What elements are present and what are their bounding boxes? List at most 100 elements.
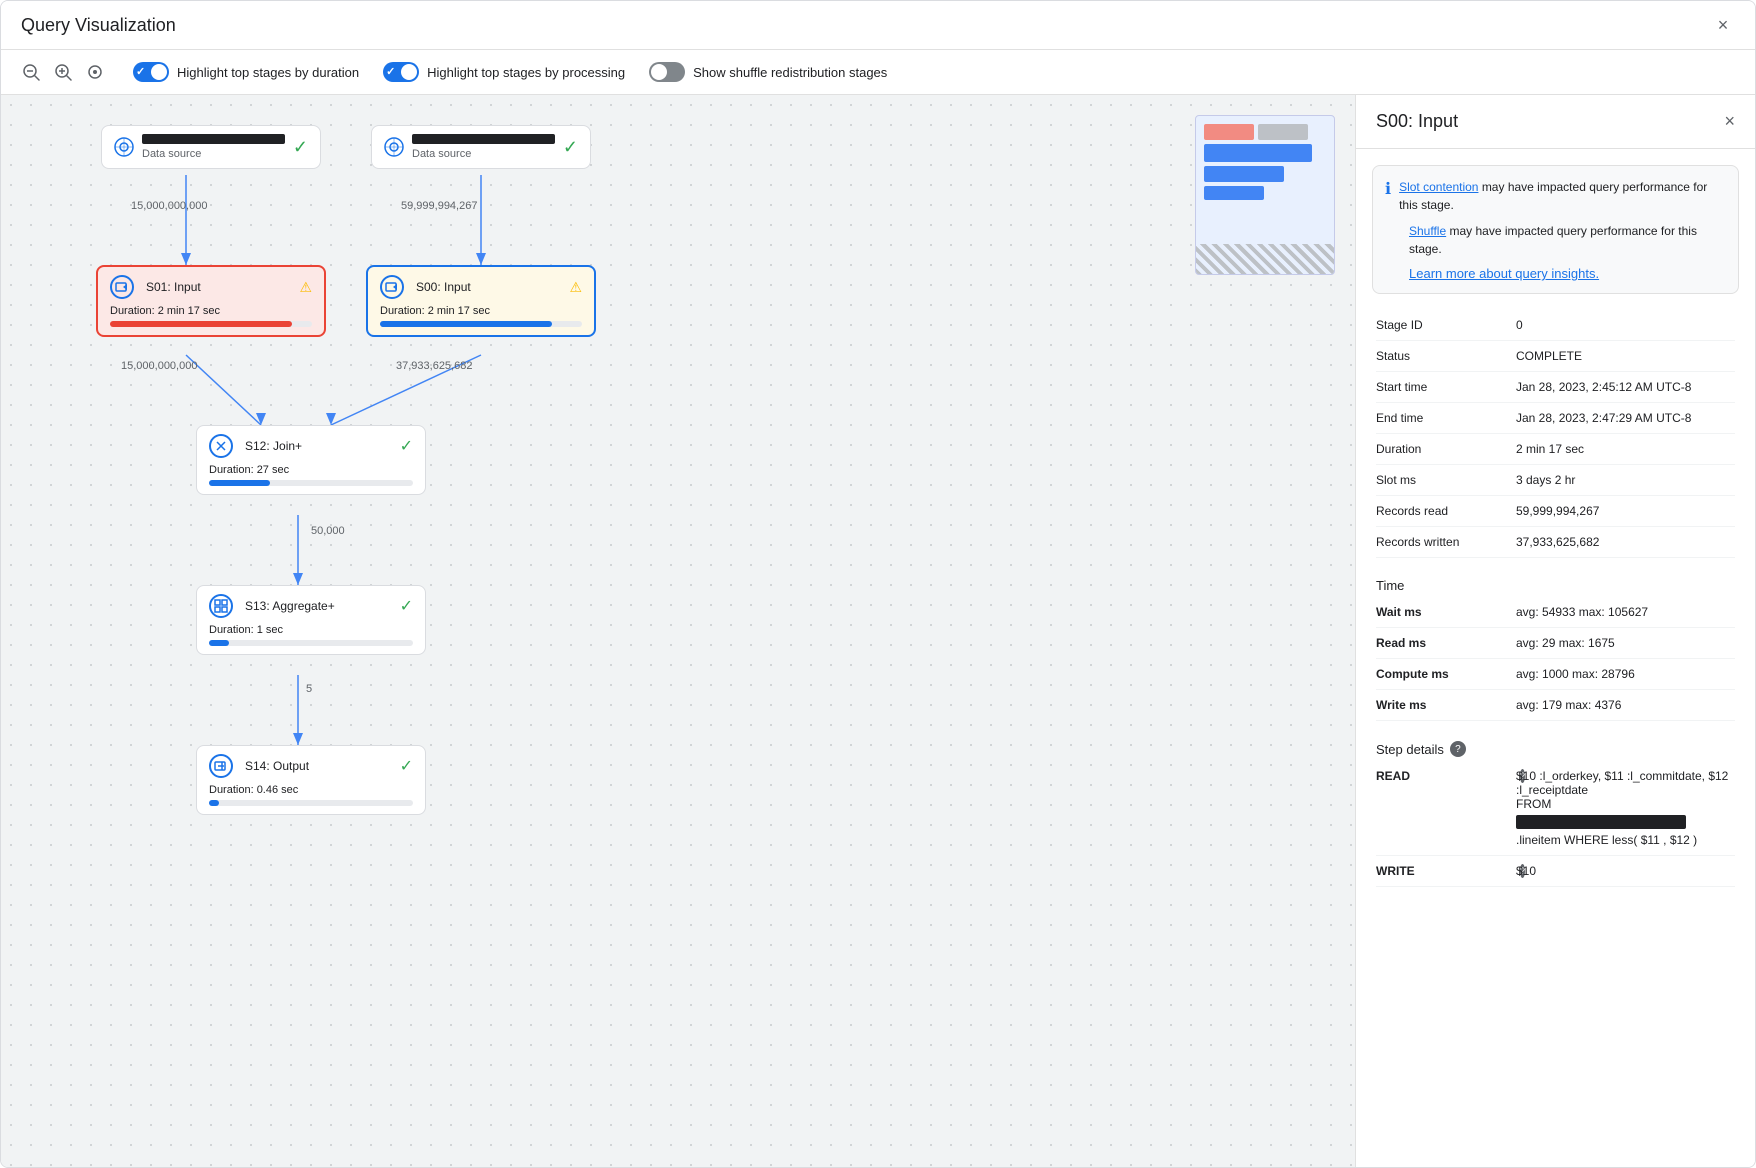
stage-s01-icon: [110, 275, 134, 299]
prop-value-write-ms: avg: 179 max: 4376: [1516, 698, 1735, 712]
stage-s12-title: S12: Join+: [245, 439, 302, 453]
prop-row-status: Status COMPLETE: [1376, 341, 1735, 372]
prop-label-duration: Duration: [1376, 442, 1516, 456]
time-section: Wait ms avg: 54933 max: 105627 Read ms a…: [1356, 597, 1755, 729]
prop-row-write: WRITE ? $10: [1376, 856, 1735, 887]
shuffle-link[interactable]: Shuffle: [1409, 224, 1446, 238]
prop-row-stage-id: Stage ID 0: [1376, 310, 1735, 341]
edge-label-s12-s13: 50,000: [311, 525, 345, 537]
read-table-bar: [1516, 815, 1686, 829]
stage-s00-header: S00: Input ⚠: [380, 275, 582, 299]
step-details-header: Step details ?: [1356, 729, 1755, 761]
zoom-in-icon: [54, 63, 72, 81]
prop-label-read-ms: Read ms: [1376, 636, 1516, 650]
datasource-check-0: ✓: [293, 137, 308, 158]
toggle-shuffle-label: Show shuffle redistribution stages: [693, 65, 887, 80]
prop-value-compute-ms: avg: 1000 max: 28796: [1516, 667, 1735, 681]
stage-s13-title: S13: Aggregate+: [245, 599, 335, 613]
stage-s12-progress-fill: [209, 480, 270, 486]
stage-s12-progress-bg: [209, 480, 413, 486]
toggle-processing-check: ✓: [386, 65, 395, 78]
stage-node-s13[interactable]: S13: Aggregate+ ✓ Duration: 1 sec: [196, 585, 426, 655]
info-icon: ℹ: [1385, 179, 1391, 199]
prop-row-start-time: Start time Jan 28, 2023, 2:45:12 AM UTC-…: [1376, 372, 1735, 403]
stage-s12-check-icon: ✓: [400, 436, 413, 456]
datasource-check-1: ✓: [563, 137, 578, 158]
stage-s00-warn-icon: ⚠: [569, 279, 582, 296]
learn-more-link[interactable]: Learn more about query insights.: [1409, 266, 1599, 281]
edge-label-ds0-s01: 15,000,000,000: [131, 200, 207, 212]
prop-label-end-time: End time: [1376, 411, 1516, 425]
datasource-node-0[interactable]: Data source ✓: [101, 125, 321, 169]
stage-s01-progress-bg: [110, 321, 312, 327]
zoom-in-button[interactable]: [49, 58, 77, 86]
alert-content-2: Shuffle may have impacted query performa…: [1409, 222, 1726, 258]
toggle-processing[interactable]: ✓: [383, 62, 419, 82]
prop-label-write-ms: Write ms: [1376, 698, 1516, 712]
prop-row-records-read: Records read 59,999,994,267: [1376, 496, 1735, 527]
stage-node-s01[interactable]: S01: Input ⚠ Duration: 2 min 17 sec: [96, 265, 326, 337]
panel-close-button[interactable]: ×: [1724, 111, 1735, 132]
prop-label-compute-ms: Compute ms: [1376, 667, 1516, 681]
stage-s14-header: S14: Output ✓: [209, 754, 413, 778]
zoom-reset-button[interactable]: [81, 58, 109, 86]
stage-s00-progress-bg: [380, 321, 582, 327]
prop-label-start-time: Start time: [1376, 380, 1516, 394]
toggle-duration[interactable]: ✓: [133, 62, 169, 82]
zoom-out-button[interactable]: [17, 58, 45, 86]
stage-node-s00[interactable]: S00: Input ⚠ Duration: 2 min 17 sec: [366, 265, 596, 337]
prop-row-wait-ms: Wait ms avg: 54933 max: 105627: [1376, 597, 1735, 628]
slot-contention-link[interactable]: Slot contention: [1399, 180, 1478, 194]
panel-header: S00: Input ×: [1356, 95, 1755, 149]
stage-s13-check-icon: ✓: [400, 596, 413, 616]
toggle-shuffle[interactable]: [649, 62, 685, 82]
prop-row-read-ms: Read ms avg: 29 max: 1675: [1376, 628, 1735, 659]
datasource-icon-1: [384, 137, 404, 157]
minimap-stripe: [1196, 244, 1334, 274]
prop-label-records-read: Records read: [1376, 504, 1516, 518]
prop-row-compute-ms: Compute ms avg: 1000 max: 28796: [1376, 659, 1735, 690]
datasource-label-1: Data source: [412, 148, 555, 160]
right-panel: S00: Input × ℹ Slot contention may have …: [1355, 95, 1755, 1167]
prop-row-records-written: Records written 37,933,625,682: [1376, 527, 1735, 558]
join-icon-s12: [214, 439, 228, 453]
read-from: FROM: [1516, 797, 1735, 811]
time-section-header: Time: [1356, 566, 1755, 597]
minimap-block-1: [1204, 124, 1254, 140]
stage-s14-check-icon: ✓: [400, 756, 413, 776]
prop-value-duration: 2 min 17 sec: [1516, 442, 1735, 456]
stage-s14-progress-bg: [209, 800, 413, 806]
stage-s01-duration: Duration: 2 min 17 sec: [110, 305, 312, 317]
prop-label-write: WRITE: [1376, 864, 1516, 878]
read-text: $10 :l_orderkey, $11 :l_commitdate, $12 …: [1516, 769, 1735, 797]
stage-s01-warn-icon: ⚠: [299, 279, 312, 296]
app-window: Query Visualization ×: [0, 0, 1756, 1168]
window-close-button[interactable]: ×: [1711, 13, 1735, 37]
prop-label-slot-ms: Slot ms: [1376, 473, 1516, 487]
step-details-section: READ ? $10 :l_orderkey, $11 :l_commitdat…: [1356, 761, 1755, 895]
canvas-area[interactable]: Data source ✓ Data source ✓ 15,: [1, 95, 1355, 1167]
datasource-node-1[interactable]: Data source ✓: [371, 125, 591, 169]
aggregate-icon-s13: [214, 599, 228, 613]
stage-node-s14[interactable]: S14: Output ✓ Duration: 0.46 sec: [196, 745, 426, 815]
prop-label-wait-ms: Wait ms: [1376, 605, 1516, 619]
prop-value-records-read: 59,999,994,267: [1516, 504, 1735, 518]
stage-s00-title: S00: Input: [416, 280, 471, 294]
prop-value-write: $10: [1516, 864, 1735, 878]
prop-value-status: COMPLETE: [1516, 349, 1735, 363]
step-details-help-icon[interactable]: ?: [1450, 741, 1466, 757]
toolbar: ✓ Highlight top stages by duration ✓ Hig…: [1, 50, 1755, 95]
toggle-group-duration: ✓ Highlight top stages by duration: [133, 62, 359, 82]
input-icon-s00: [385, 280, 399, 294]
stage-s14-title: S14: Output: [245, 759, 309, 773]
prop-value-read: $10 :l_orderkey, $11 :l_commitdate, $12 …: [1516, 769, 1735, 847]
prop-value-end-time: Jan 28, 2023, 2:47:29 AM UTC-8: [1516, 411, 1735, 425]
minimap-block-2: [1258, 124, 1308, 140]
stage-s12-icon: [209, 434, 233, 458]
datasource-label-0: Data source: [142, 148, 285, 160]
output-icon-s14: [214, 759, 228, 773]
toggle-group-shuffle: Show shuffle redistribution stages: [649, 62, 887, 82]
stage-node-s12[interactable]: S12: Join+ ✓ Duration: 27 sec: [196, 425, 426, 495]
toggle-processing-label: Highlight top stages by processing: [427, 65, 625, 80]
stage-s13-duration: Duration: 1 sec: [209, 624, 413, 636]
